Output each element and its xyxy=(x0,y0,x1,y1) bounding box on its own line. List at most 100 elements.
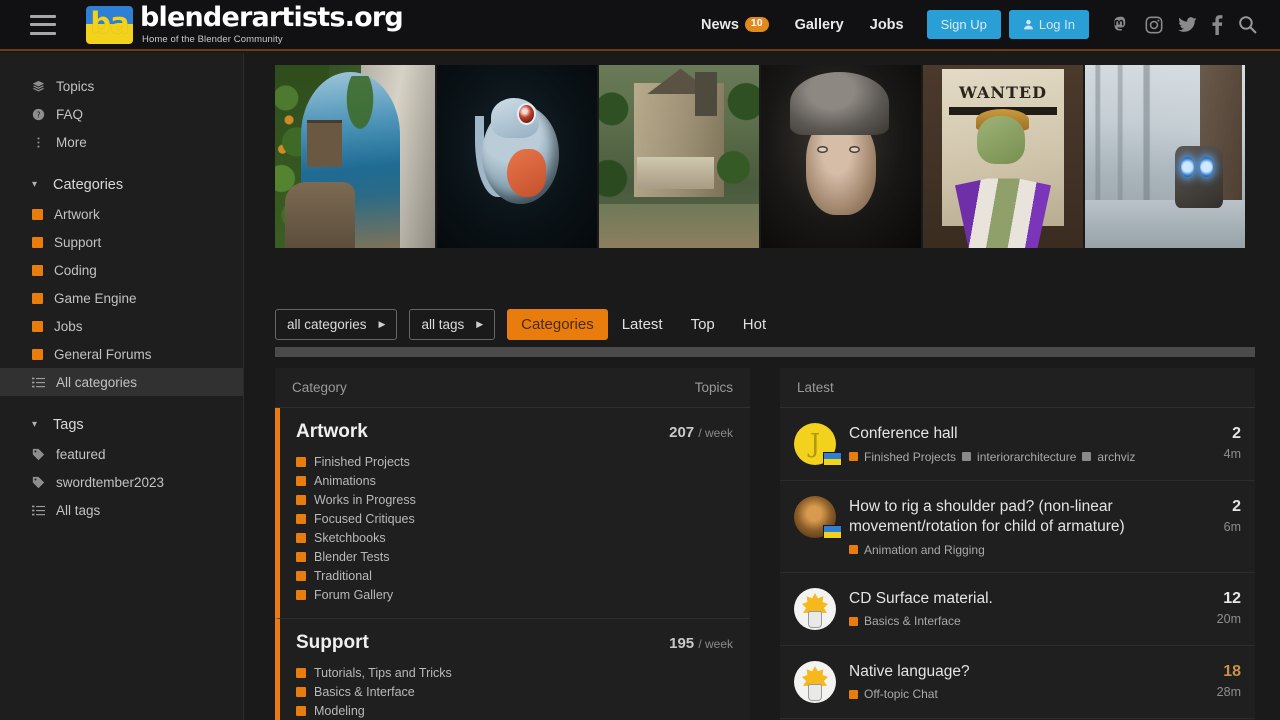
sidebar-item-all-categories[interactable]: All categories xyxy=(0,368,243,396)
sidebar: Topics ? FAQ More ▾ Categories Artwork S… xyxy=(0,53,244,720)
reply-count: 2 xyxy=(1232,425,1241,442)
search-icon[interactable] xyxy=(1237,14,1258,35)
sidebar-item-artwork[interactable]: Artwork xyxy=(0,200,243,228)
carousel-slide-snow-forest-robot[interactable] xyxy=(1085,65,1245,248)
category-count-value: 207 xyxy=(669,424,695,441)
all-categories-dropdown[interactable]: all categories ▶ xyxy=(275,309,398,340)
topic-category-label[interactable]: Off-topic Chat xyxy=(864,687,938,701)
subcategory-item[interactable]: Basics & Interface xyxy=(296,682,733,701)
avatar[interactable] xyxy=(794,496,842,539)
topic-title[interactable]: How to rig a shoulder pad? (non-linear m… xyxy=(849,497,1182,537)
topic-row[interactable]: J Conference hall Finished Projects inte… xyxy=(780,408,1255,481)
sidebar-item-general-forums[interactable]: General Forums xyxy=(0,340,243,368)
subcategory-item[interactable]: Traditional xyxy=(296,566,733,585)
carousel-slide-old-soldier-portrait[interactable] xyxy=(761,65,921,248)
tab-latest[interactable]: Latest xyxy=(608,309,677,340)
reply-count: 12 xyxy=(1223,589,1241,607)
avatar[interactable] xyxy=(794,587,836,630)
topic-row[interactable]: How to rig a shoulder pad? (non-linear m… xyxy=(780,481,1255,573)
category-color-swatch xyxy=(296,686,306,697)
tab-top[interactable]: Top xyxy=(677,309,729,340)
carousel-slide-gecko-embryo[interactable] xyxy=(437,65,597,248)
facebook-icon[interactable] xyxy=(1211,14,1224,35)
nav-gallery[interactable]: Gallery xyxy=(782,17,857,33)
category-color-swatch xyxy=(296,513,306,524)
subcategory-label: Tutorials, Tips and Tricks xyxy=(314,665,452,680)
category-count-value: 195 xyxy=(669,635,695,652)
subcategory-item[interactable]: Works in Progress xyxy=(296,490,733,509)
topic-title[interactable]: Native language? xyxy=(849,662,1182,682)
log-in-label: Log In xyxy=(1038,17,1075,32)
carousel-slide-wanted-poster-goblin[interactable]: WANTED xyxy=(923,65,1083,248)
filter-bar: all categories ▶ all tags ▶ Categories L… xyxy=(275,309,780,340)
subcategory-item[interactable]: Sketchbooks xyxy=(296,528,733,547)
column-header-category: Category xyxy=(292,380,347,395)
subcategory-label: Basics & Interface xyxy=(314,684,415,699)
logo-subtitle: Home of the Blender Community xyxy=(142,34,283,45)
category-color-swatch xyxy=(296,705,306,716)
avatar-sun-icon xyxy=(794,587,836,630)
subcategory-item[interactable]: Focused Critiques xyxy=(296,509,733,528)
sidebar-item-label: Game Engine xyxy=(54,290,137,306)
category-color-swatch xyxy=(32,320,43,332)
subcategory-label: Sketchbooks xyxy=(314,530,386,545)
topic-title[interactable]: CD Surface material. xyxy=(849,589,1182,609)
topic-age: 28m xyxy=(1216,684,1241,699)
topic-title[interactable]: Conference hall xyxy=(849,424,1182,444)
site-logo[interactable]: ba blenderartists.org Home of the Blende… xyxy=(86,4,404,45)
list-icon xyxy=(32,504,45,517)
topic-tag-label[interactable]: archviz xyxy=(1097,450,1135,464)
sidebar-item-topics[interactable]: Topics xyxy=(0,72,243,100)
subcategory-item[interactable]: Forum Gallery xyxy=(296,585,733,604)
category-block-artwork[interactable]: Artwork 207 / week Finished Projects Ani… xyxy=(275,408,750,619)
categories-table: Category Topics Artwork 207 / week Finis… xyxy=(275,368,750,720)
sidebar-item-tag-featured[interactable]: featured xyxy=(0,440,243,468)
hamburger-icon[interactable] xyxy=(30,14,56,35)
sidebar-item-faq[interactable]: ? FAQ xyxy=(0,100,243,128)
mastodon-icon[interactable] xyxy=(1111,15,1131,35)
tab-hot[interactable]: Hot xyxy=(729,309,780,340)
carousel-slide-victorian-house-jungle[interactable] xyxy=(599,65,759,248)
sidebar-item-support[interactable]: Support xyxy=(0,228,243,256)
sidebar-item-coding[interactable]: Coding xyxy=(0,256,243,284)
sidebar-item-tag-swordtember2023[interactable]: swordtember2023 xyxy=(0,468,243,496)
subcategory-item[interactable]: Blender Tests xyxy=(296,547,733,566)
category-color-swatch xyxy=(32,292,43,304)
nav-news[interactable]: News 10 xyxy=(688,17,782,33)
topic-row[interactable]: Native language? Off-topic Chat 18 28m xyxy=(780,645,1255,719)
category-title[interactable]: Support xyxy=(296,632,369,654)
category-color-swatch xyxy=(32,264,43,276)
sidebar-section-categories[interactable]: ▾ Categories xyxy=(0,170,243,200)
topic-row[interactable]: CD Surface material. Basics & Interface … xyxy=(780,572,1255,646)
sidebar-item-more[interactable]: More xyxy=(0,128,243,156)
subcategory-label: Traditional xyxy=(314,568,372,583)
subcategory-item[interactable]: Modeling xyxy=(296,701,733,720)
sidebar-item-jobs[interactable]: Jobs xyxy=(0,312,243,340)
category-block-support[interactable]: Support 195 / week Tutorials, Tips and T… xyxy=(275,619,750,720)
sidebar-item-label: Topics xyxy=(56,78,95,94)
twitter-icon[interactable] xyxy=(1177,15,1198,35)
horizontal-scrollbar[interactable] xyxy=(275,347,1255,357)
featured-image-carousel[interactable]: WANTED xyxy=(275,65,1255,248)
carousel-slide-archway-ocean-villa[interactable] xyxy=(275,65,435,248)
category-title[interactable]: Artwork xyxy=(296,421,368,443)
topic-category-label[interactable]: Finished Projects xyxy=(864,450,956,464)
nav-jobs[interactable]: Jobs xyxy=(857,17,917,33)
sidebar-item-game-engine[interactable]: Game Engine xyxy=(0,284,243,312)
topic-tag-label[interactable]: interiorarchitecture xyxy=(977,450,1076,464)
all-tags-dropdown[interactable]: all tags ▶ xyxy=(409,309,496,340)
category-color-swatch xyxy=(849,545,858,555)
sign-up-button[interactable]: Sign Up xyxy=(926,10,1001,39)
subcategory-item[interactable]: Tutorials, Tips and Tricks xyxy=(296,663,733,682)
topic-category-label[interactable]: Basics & Interface xyxy=(864,614,961,628)
avatar[interactable]: J xyxy=(794,423,842,466)
sidebar-section-tags[interactable]: ▾ Tags xyxy=(0,410,243,440)
tab-categories[interactable]: Categories xyxy=(507,309,608,340)
topic-category-label[interactable]: Animation and Rigging xyxy=(864,543,985,557)
log-in-button[interactable]: Log In xyxy=(1008,10,1089,39)
sidebar-item-all-tags[interactable]: All tags xyxy=(0,496,243,524)
subcategory-item[interactable]: Finished Projects xyxy=(296,452,733,471)
avatar[interactable] xyxy=(794,660,836,703)
subcategory-item[interactable]: Animations xyxy=(296,471,733,490)
instagram-icon[interactable] xyxy=(1144,15,1164,35)
